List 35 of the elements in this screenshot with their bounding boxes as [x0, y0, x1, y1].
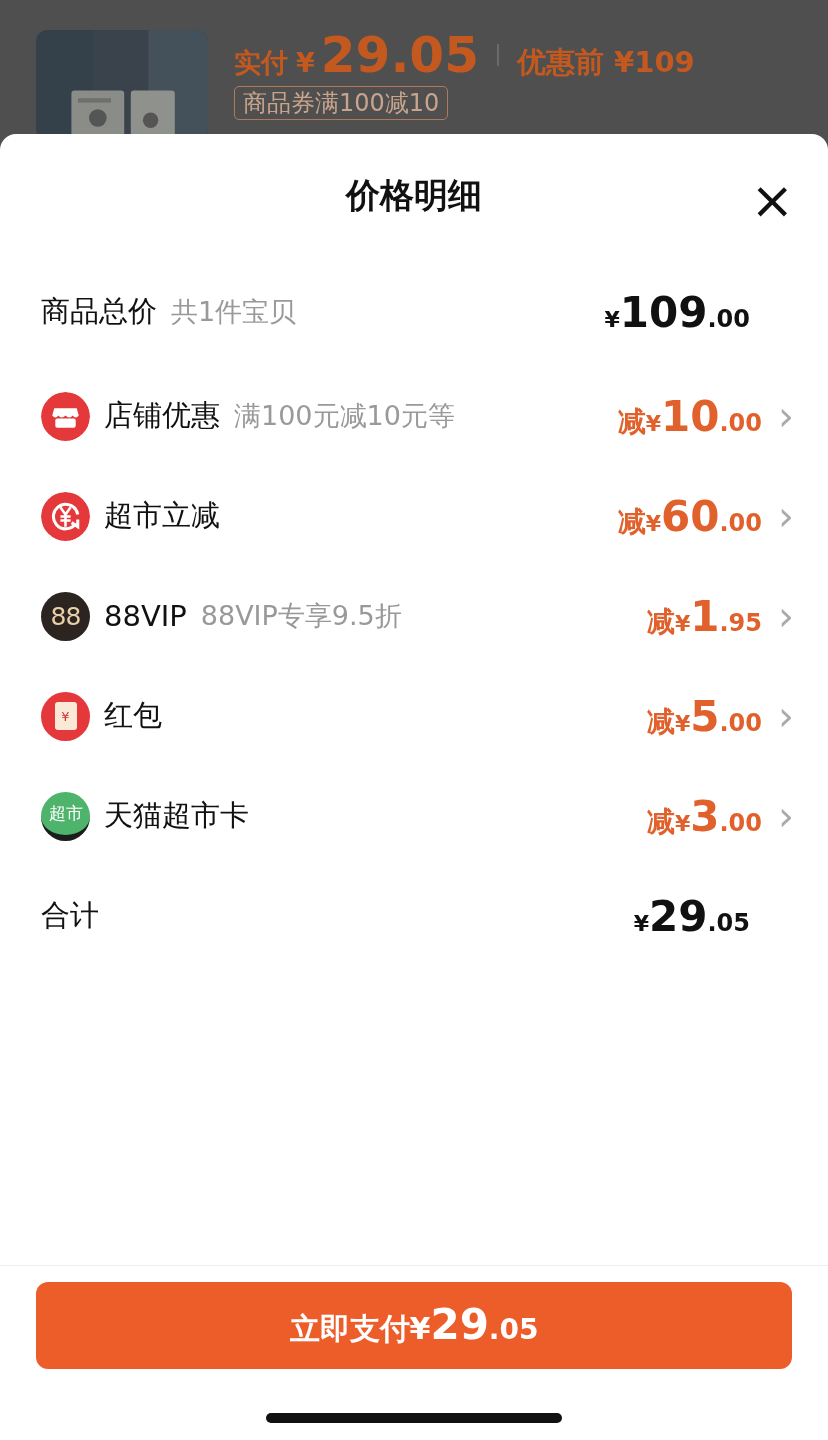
pay-now-button[interactable]: 立即支付¥29.05: [36, 1282, 792, 1369]
vip-badge-icon: 88: [41, 591, 90, 641]
amount: 减¥5.00: [646, 691, 762, 741]
row-label: 商品总价: [41, 293, 157, 330]
paid-label: 实付: [234, 49, 288, 76]
row-label: 合计: [41, 897, 99, 934]
amount: 减¥1.95: [646, 591, 762, 641]
original-price: 优惠前 ¥109: [516, 48, 695, 77]
row-label: 超市立减: [104, 497, 220, 534]
amount: 减¥60.00: [617, 491, 762, 541]
coupon-tag: 商品券满100减10: [234, 86, 449, 120]
row-note: 88VIP专享9.5折: [200, 599, 402, 633]
row-note: 满100元减10元等: [234, 399, 455, 433]
chevron-icon[interactable]: ›: [778, 796, 792, 836]
sheet-title: 价格明细: [346, 174, 482, 217]
amount: 减¥10.00: [617, 391, 762, 441]
yen-return-icon: [41, 491, 90, 541]
chevron-icon[interactable]: ›: [778, 396, 792, 436]
row-label: 88VIP: [104, 599, 187, 633]
currency-symbol: ¥: [296, 49, 315, 76]
shop-icon: [41, 391, 90, 441]
amount: ¥109.00: [604, 287, 750, 337]
chevron-icon[interactable]: ›: [778, 696, 792, 736]
row-note: 共1件宝贝: [171, 295, 297, 329]
row-label: 店铺优惠: [104, 397, 220, 434]
close-button[interactable]: ×: [750, 174, 794, 226]
amount: ¥29.05: [633, 891, 750, 941]
row-label: 天猫超市卡: [104, 797, 249, 834]
chevron-icon[interactable]: ›: [778, 496, 792, 536]
supermarket-card-icon: 超市: [41, 791, 90, 841]
row-label: 红包: [104, 697, 162, 734]
envelope-icon: ¥: [41, 691, 90, 741]
chevron-icon[interactable]: ›: [778, 596, 792, 636]
amount: 减¥3.00: [646, 791, 762, 841]
paid-amount: 29.05: [320, 30, 479, 80]
